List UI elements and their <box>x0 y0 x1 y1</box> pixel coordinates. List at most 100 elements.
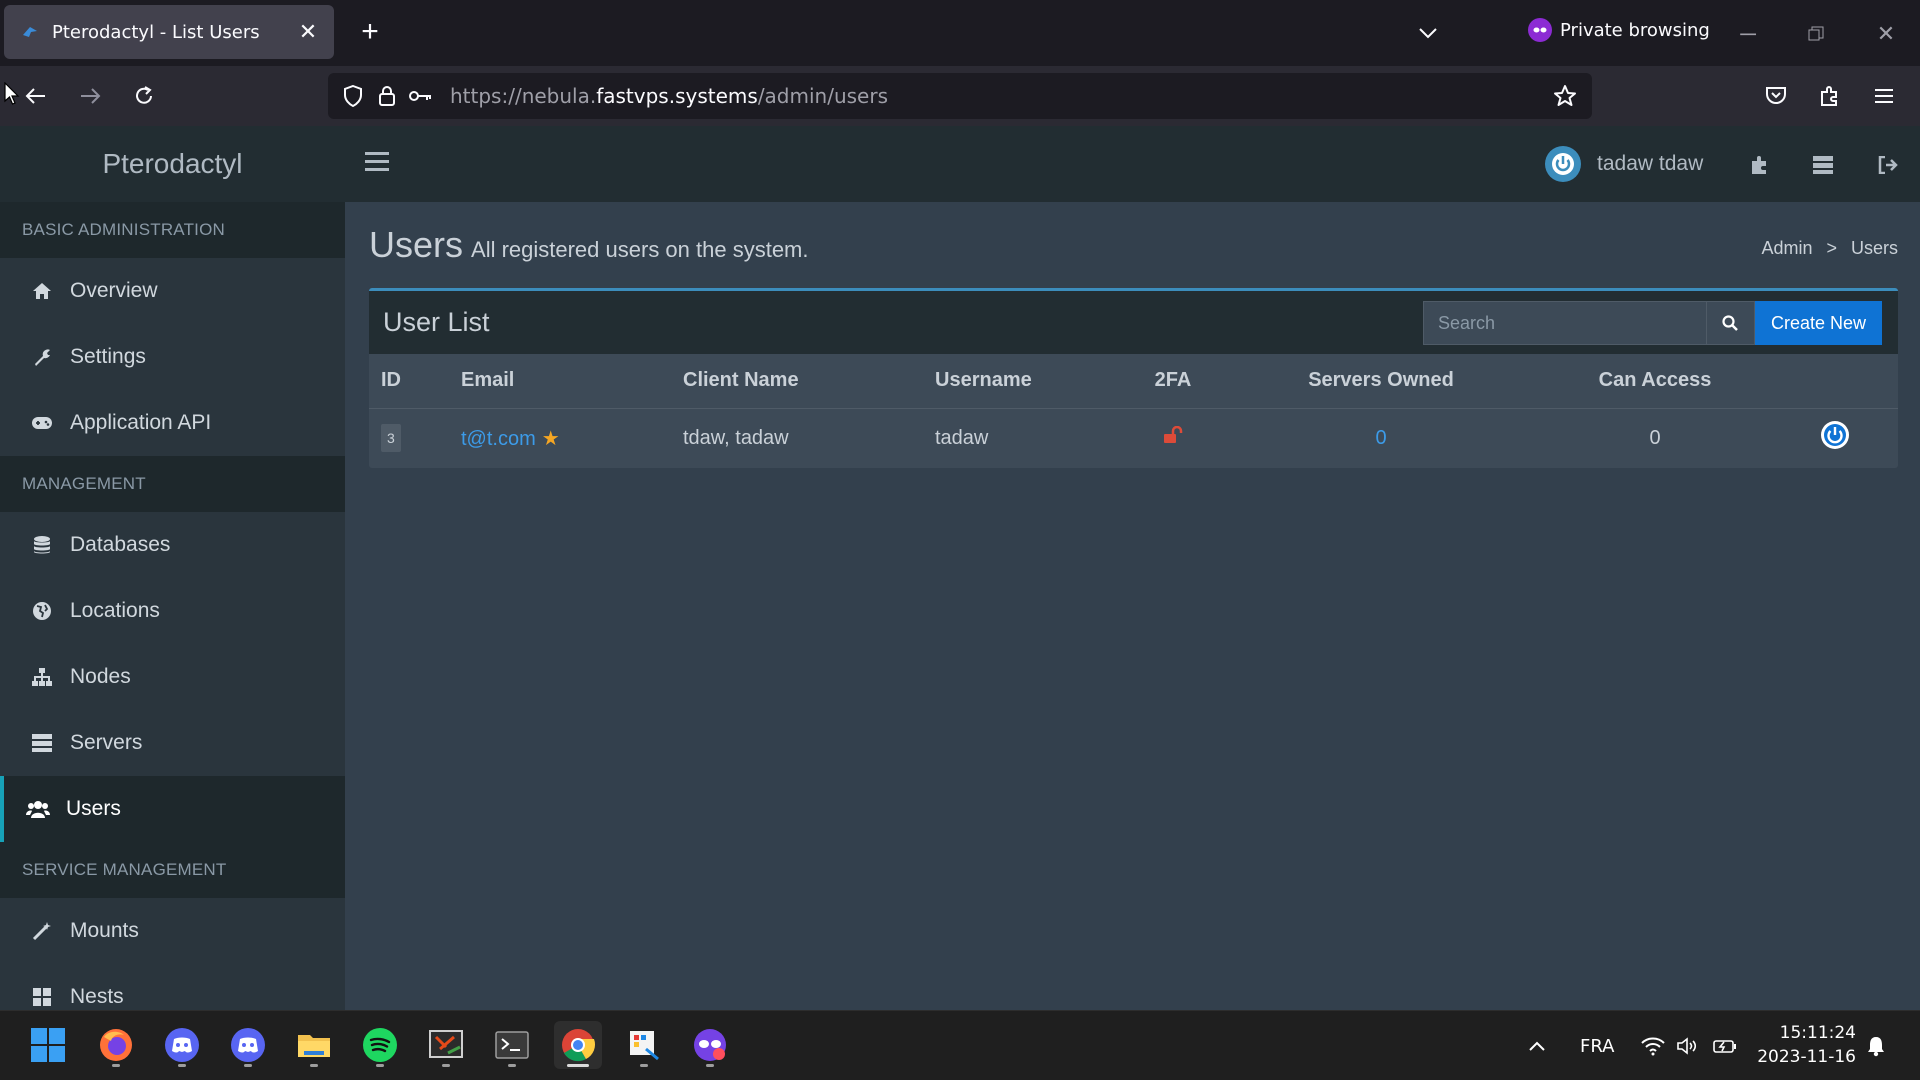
cell-username: tadaw <box>935 426 989 449</box>
sidebar: BASIC ADMINISTRATION Overview Settings A… <box>0 202 345 1010</box>
sidebar-toggle-icon[interactable] <box>365 152 389 176</box>
taskbar: FRA 15:11:24 2023-11-16 <box>0 1010 1920 1080</box>
column-header-email: Email <box>449 354 671 409</box>
discord-icon[interactable] <box>224 1021 272 1069</box>
admin-star-icon: ★ <box>541 427 560 450</box>
breadcrumb-admin-link[interactable]: Admin <box>1761 238 1812 259</box>
sidebar-item-users[interactable]: Users <box>0 776 345 842</box>
private-mask-icon <box>1528 18 1552 42</box>
wrench-icon <box>30 345 54 369</box>
column-header-can-access: Can Access <box>1539 354 1771 409</box>
sidebar-item-label: Overview <box>70 279 158 302</box>
forward-arrow-icon[interactable] <box>72 78 108 114</box>
close-window-icon[interactable]: ✕ <box>1866 14 1906 54</box>
sidebar-item-settings[interactable]: Settings <box>0 324 345 390</box>
page-subtitle: All registered users on the system. <box>471 237 809 262</box>
private-browsing-label: Private browsing <box>1560 19 1710 41</box>
user-name: tadaw tdaw <box>1597 152 1704 175</box>
sidebar-item-nests[interactable]: Nests <box>0 964 345 1010</box>
breadcrumb-current: Users <box>1850 238 1898 258</box>
cell-email: t@t.com ★ <box>449 408 671 468</box>
search-button[interactable] <box>1706 301 1755 345</box>
sitemap-icon <box>30 665 54 689</box>
servers-owned-link[interactable]: 0 <box>1375 427 1386 449</box>
input-language[interactable]: FRA <box>1580 1011 1614 1080</box>
url-text[interactable]: https://nebula.fastvps.systems/admin/use… <box>450 84 888 108</box>
clock[interactable]: 15:11:24 2023-11-16 <box>1757 1021 1856 1069</box>
mouse-cursor-icon <box>4 81 20 111</box>
gamepad-icon <box>30 411 54 435</box>
volume-icon[interactable] <box>1676 1011 1700 1080</box>
cell-can-access: 0 <box>1649 426 1661 449</box>
table-row: 3 t@t.com ★ tdaw, tadaw tadaw 0 0 <box>369 408 1898 468</box>
terminal-icon[interactable] <box>488 1021 536 1069</box>
column-header-2fa: 2FA <box>1123 354 1223 409</box>
sidebar-item-locations[interactable]: Locations <box>0 578 345 644</box>
search-group: Create New <box>1422 301 1882 345</box>
key-icon[interactable] <box>404 79 438 113</box>
browser-nav-bar: https://nebula.fastvps.systems/admin/use… <box>0 66 1920 126</box>
server-icon <box>30 731 54 755</box>
firefox-icon[interactable] <box>92 1021 140 1069</box>
new-tab-button[interactable]: + <box>352 14 388 50</box>
spotify-icon[interactable] <box>356 1021 404 1069</box>
sidebar-item-nodes[interactable]: Nodes <box>0 644 345 710</box>
sign-out-icon[interactable] <box>1873 150 1903 180</box>
sidebar-item-overview[interactable]: Overview <box>0 258 345 324</box>
tracking-shield-icon[interactable] <box>336 79 370 113</box>
tab-title: Pterodactyl - List Users <box>52 21 260 43</box>
user-menu[interactable]: tadaw tdaw <box>1545 146 1703 182</box>
sidebar-item-servers[interactable]: Servers <box>0 710 345 776</box>
chrome-icon[interactable] <box>554 1021 602 1069</box>
search-input[interactable] <box>1422 301 1707 345</box>
column-header-client-name: Client Name <box>671 354 923 409</box>
sidebar-item-mounts[interactable]: Mounts <box>0 898 345 964</box>
id-badge: 3 <box>381 424 401 453</box>
sidebar-item-label: Settings <box>70 345 146 368</box>
sidebar-section-basic-administration: BASIC ADMINISTRATION <box>0 202 345 258</box>
wifi-icon[interactable] <box>1640 1011 1666 1080</box>
extensions-puzzle-icon[interactable] <box>1812 78 1848 114</box>
pocket-icon[interactable] <box>1758 78 1794 114</box>
puzzle-icon[interactable] <box>1745 150 1775 180</box>
url-bar[interactable]: https://nebula.fastvps.systems/admin/use… <box>328 73 1592 119</box>
tab-list-chevron-icon[interactable] <box>1410 16 1446 50</box>
browser-tab-bar: Pterodactyl - List Users ✕ + Private bro… <box>0 0 1920 66</box>
users-table: ID Email Client Name Username 2FA Server… <box>369 354 1898 468</box>
bookmark-star-icon[interactable] <box>1548 79 1582 113</box>
column-header-username: Username <box>923 354 1123 409</box>
show-hidden-icons-chevron-icon[interactable] <box>1528 1011 1546 1080</box>
firefox-private-icon[interactable] <box>686 1021 734 1069</box>
close-tab-icon[interactable]: ✕ <box>296 19 320 45</box>
cell-id: 3 <box>369 408 449 468</box>
windows-start-icon[interactable] <box>24 1021 72 1069</box>
notification-bell-icon[interactable] <box>1866 1011 1886 1080</box>
app-menu-icon[interactable] <box>1866 78 1902 114</box>
power-icon[interactable] <box>1820 421 1849 450</box>
sidebar-item-databases[interactable]: Databases <box>0 512 345 578</box>
lock-icon[interactable] <box>370 79 404 113</box>
cell-servers-owned: 0 <box>1223 408 1539 468</box>
server-icon[interactable] <box>1808 150 1838 180</box>
sidebar-item-application-api[interactable]: Application API <box>0 390 345 456</box>
discord-icon[interactable] <box>158 1021 206 1069</box>
browser-tab[interactable]: Pterodactyl - List Users ✕ <box>4 5 334 59</box>
minimize-icon[interactable]: ─ <box>1728 14 1768 54</box>
clock-date: 2023-11-16 <box>1757 1047 1856 1067</box>
database-icon <box>30 533 54 557</box>
sidebar-item-label: Application API <box>70 411 212 434</box>
battery-icon[interactable] <box>1712 1011 1738 1080</box>
users-icon <box>26 797 50 821</box>
table-header-row: ID Email Client Name Username 2FA Server… <box>369 354 1898 409</box>
breadcrumb: Admin > Users <box>1761 238 1898 259</box>
reload-icon[interactable] <box>126 78 162 114</box>
file-explorer-icon[interactable] <box>290 1021 338 1069</box>
snipping-tool-icon[interactable] <box>422 1021 470 1069</box>
brand-logo[interactable]: Pterodactyl <box>0 126 345 202</box>
back-arrow-icon[interactable] <box>18 78 54 114</box>
create-new-button[interactable]: Create New <box>1754 301 1882 345</box>
user-email-link[interactable]: t@t.com <box>461 428 536 450</box>
power-avatar-icon <box>1545 146 1581 182</box>
paint-icon[interactable] <box>620 1021 668 1069</box>
restore-icon[interactable] <box>1796 14 1836 54</box>
